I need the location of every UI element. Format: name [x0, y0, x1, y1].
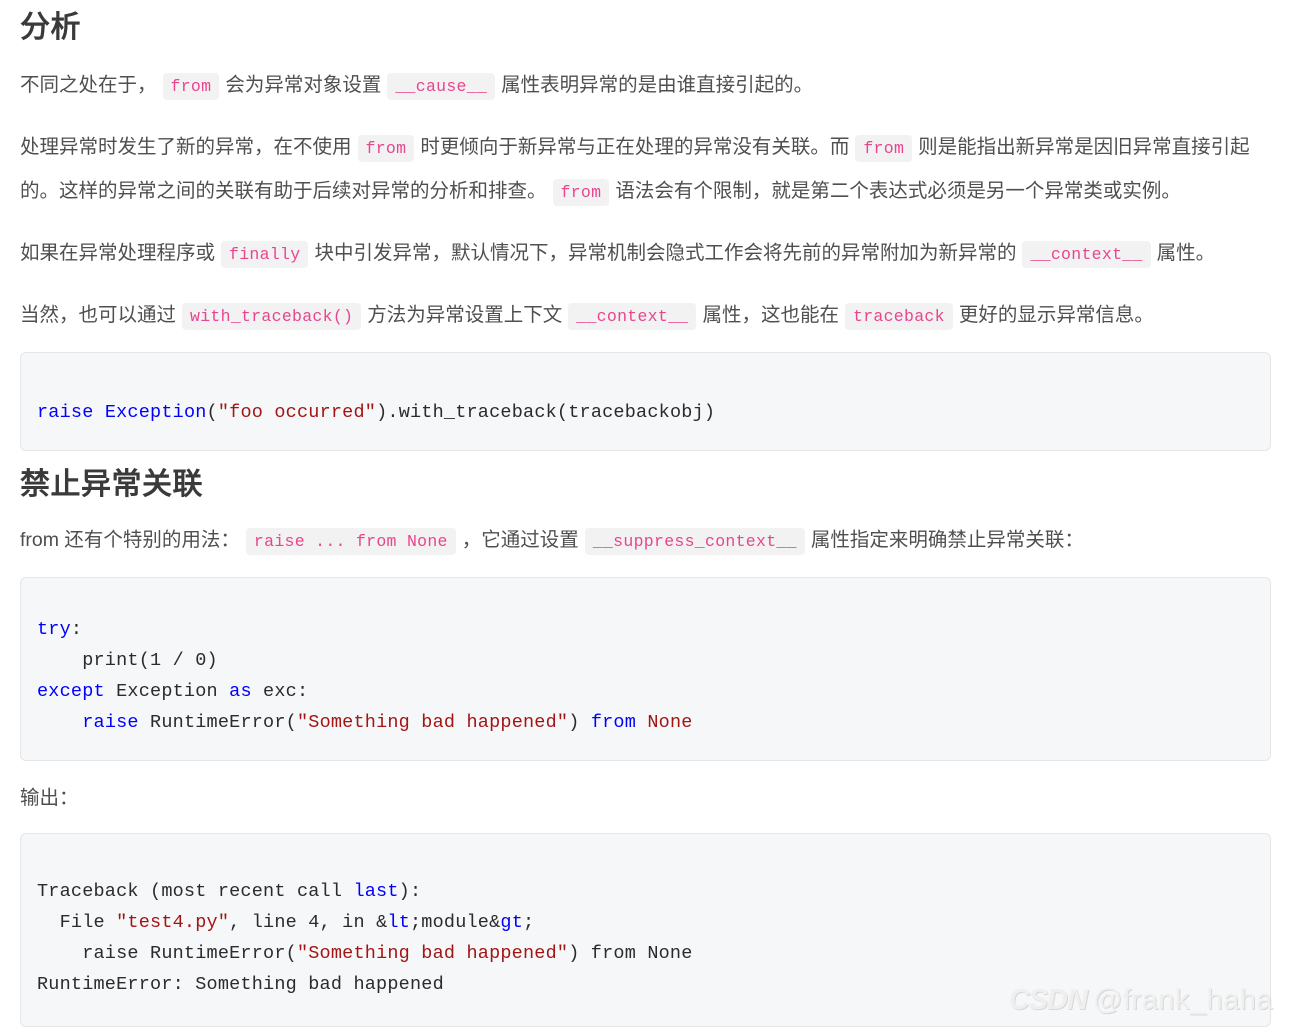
paragraph-5-text-2: ，它通过设置 [461, 529, 579, 551]
code-line: except Exception as exc: [37, 681, 308, 702]
section-heading-suppress: 禁止异常关联 [20, 468, 203, 501]
code-token: from [590, 712, 637, 733]
code-token: try [37, 619, 71, 640]
code-token: "foo occurred" [217, 402, 377, 423]
paragraph-1: 不同之处在于， from 会为异常对象设置 __cause__ 属性表明异常的是由谁直接… [20, 64, 1271, 108]
inline-code-from: from [552, 179, 610, 206]
code-token: raise [37, 402, 94, 423]
inline-code-raise-from-none: raise ... from None [245, 528, 456, 555]
code-token: except [37, 681, 105, 702]
code-token: last [353, 881, 399, 902]
paragraph-1-text-3: 属性表明异常的是由谁直接引起的。 [501, 74, 814, 96]
code-line: Traceback (most recent call last): [37, 881, 421, 902]
code-token: gt [500, 912, 524, 933]
inline-code-suppress-context: __suppress_context__ [584, 528, 805, 555]
code-token: ; [523, 912, 535, 933]
inline-code-with-traceback: with_traceback() [182, 303, 362, 330]
paragraph-4-text-1: 当然，也可以通过 [20, 304, 177, 326]
paragraph-2: 处理异常时发生了新的异常，在不使用 from 时更倾向于新异常与正在处理的异常没有关… [20, 126, 1271, 214]
inline-code-from: from [855, 135, 913, 162]
code-token: lt [387, 912, 410, 933]
inline-code-context: __context__ [1022, 241, 1151, 268]
paragraph-2-text-1: 处理异常时发生了新的异常，在不使用 [20, 136, 352, 158]
code-line: RuntimeError: Something bad happened [37, 974, 444, 995]
code-token: print(1 / 0) [37, 650, 218, 671]
code-block-traceback-output: Traceback (most recent call last): File … [20, 833, 1271, 1027]
code-token: ;module& [410, 912, 501, 933]
code-line: try: [37, 619, 82, 640]
paragraph-4-text-3: 属性，这也能在 [702, 304, 839, 326]
page-title: 分析 [20, 11, 81, 44]
paragraph-1-text-2: 会为异常对象设置 [225, 74, 382, 96]
code-token: ( [206, 402, 218, 423]
code-line: raise RuntimeError("Something bad happen… [37, 943, 693, 964]
code-token: raise RuntimeError( [37, 943, 297, 964]
code-token: RuntimeError( [138, 712, 297, 733]
inline-code-from: from [162, 73, 220, 100]
code-line: print(1 / 0) [37, 650, 218, 671]
code-line: File "test4.py", line 4, in &lt;module&g… [37, 912, 535, 933]
code-token: "test4.py" [116, 912, 230, 933]
code-token: ) [568, 712, 591, 733]
paragraph-4-text-2: 方法为异常设置上下文 [367, 304, 563, 326]
paragraph-3-text-2: 块中引发异常，默认情况下，异常机制会隐式工作会将先前的异常附加为新异常的 [314, 242, 1017, 264]
code-token: : [70, 619, 83, 640]
paragraph-2-text-4: 语法会有个限制，就是第二个表达式必须是另一个异常类或实例。 [615, 180, 1181, 202]
code-token: as [229, 681, 252, 702]
paragraph-2-text-2: 时更倾向于新异常与正在处理的异常没有关联。而 [420, 136, 850, 158]
paragraph-5-text-1: from 还有个特别的用法： [20, 529, 240, 551]
article-page: 分析 不同之处在于， from 会为异常对象设置 __cause__ 属性表明异常的是由… [0, 10, 1291, 1027]
paragraph-4: 当然，也可以通过 with_traceback() 方法为异常设置上下文 __cont… [20, 294, 1271, 338]
code-token: ).with_traceback(tracebackobj) [376, 402, 716, 423]
code-token: Exception [104, 402, 207, 423]
output-label: 输出： [20, 787, 79, 809]
code-token: "Something bad happened" [296, 943, 569, 964]
code-line: raise RuntimeError("Something bad happen… [37, 712, 693, 733]
code-token: File [37, 912, 117, 933]
inline-code-finally: finally [221, 241, 309, 268]
paragraph-1-text-1: 不同之处在于， [20, 74, 157, 96]
code-token: , line 4, in & [229, 912, 388, 933]
paragraph-5-text-3: 属性指定来明确禁止异常关联： [810, 529, 1084, 551]
inline-code-cause: __cause__ [387, 73, 496, 100]
paragraph-3-text-3: 属性。 [1156, 242, 1216, 264]
code-token: RuntimeError: Something bad happened [37, 974, 444, 995]
code-token: Traceback (most recent call [37, 881, 354, 902]
inline-code-traceback: traceback [845, 303, 953, 330]
code-token: ): [398, 881, 422, 902]
paragraph-3: 如果在异常处理程序或 finally 块中引发异常，默认情况下，异常机制会隐式工作会… [20, 232, 1271, 276]
inline-code-from: from [357, 135, 415, 162]
code-token: raise [82, 712, 139, 733]
code-block-try-except: try: print(1 / 0) except Exception as ex… [20, 577, 1271, 761]
inline-code-context: __context__ [568, 303, 697, 330]
code-block-raise-with-traceback: raise Exception("foo occurred").with_tra… [20, 352, 1271, 451]
paragraph-5: from 还有个特别的用法： raise ... from None ，它通过设置 _… [20, 519, 1271, 563]
code-token: Exception [104, 681, 230, 702]
code-token: ) from None [568, 943, 693, 964]
paragraph-4-text-4: 更好的显示异常信息。 [958, 304, 1154, 326]
code-token: "Something bad happened" [296, 712, 569, 733]
code-token: exc: [251, 681, 309, 702]
paragraph-3-text-1: 如果在异常处理程序或 [20, 242, 216, 264]
code-token: None [647, 712, 693, 733]
